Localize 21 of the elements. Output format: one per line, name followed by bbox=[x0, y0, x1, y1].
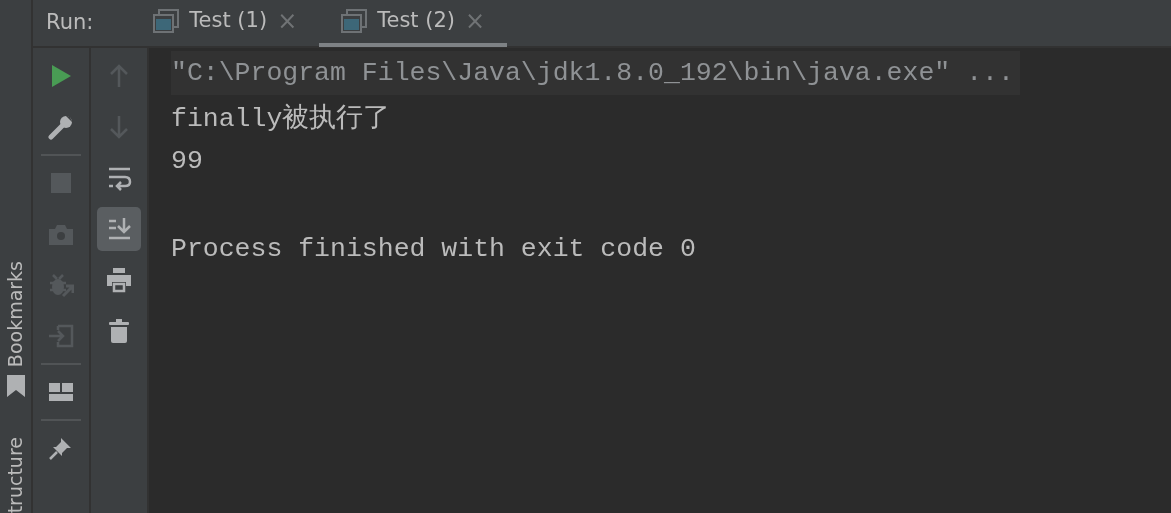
wrench-icon bbox=[48, 114, 74, 140]
printer-icon bbox=[106, 267, 132, 293]
scroll-to-end-icon bbox=[106, 216, 132, 242]
run-label: Run: bbox=[46, 9, 94, 37]
run-tab[interactable]: Test (1) × bbox=[131, 0, 320, 47]
console-output: 99 bbox=[171, 145, 203, 178]
window-icon bbox=[341, 9, 368, 33]
exit-icon bbox=[48, 323, 74, 349]
stop-icon bbox=[48, 170, 74, 196]
bookmark-icon bbox=[6, 374, 25, 397]
pin-icon bbox=[48, 435, 74, 461]
bug-icon bbox=[48, 272, 74, 298]
console-output: finally被执行了 bbox=[171, 100, 391, 136]
trash-icon bbox=[106, 318, 132, 344]
exit-message: Process finished with exit code 0 bbox=[171, 233, 696, 266]
run-tab[interactable]: Test (2) × bbox=[319, 0, 508, 47]
tool-window-tab[interactable]: tructure bbox=[1, 436, 30, 513]
window-icon bbox=[153, 9, 180, 33]
tool-window-tab[interactable]: Bookmarks bbox=[1, 260, 30, 367]
soft-wrap-icon bbox=[106, 165, 132, 191]
toolbar-button[interactable] bbox=[97, 207, 141, 251]
